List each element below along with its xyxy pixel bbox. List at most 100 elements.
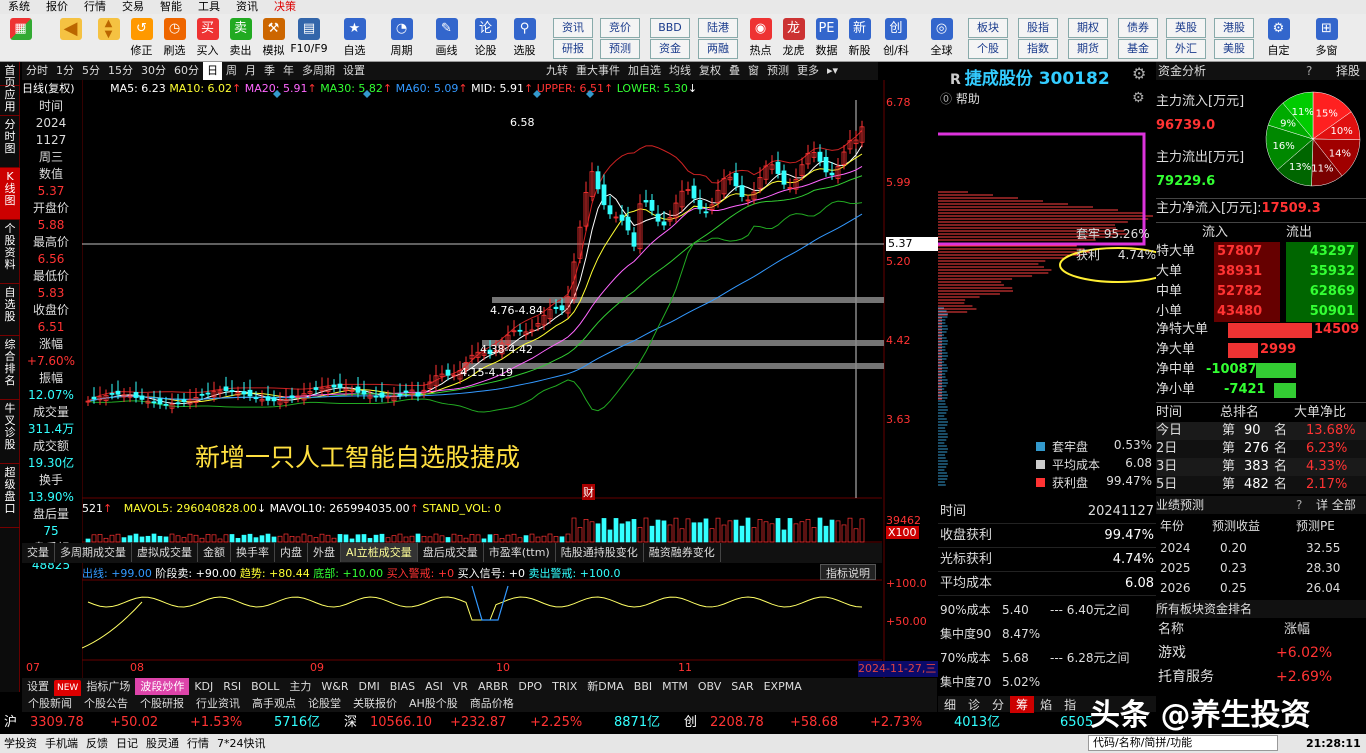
tab-15min[interactable]: 15分 [104,62,137,80]
tool-forecast[interactable]: 预测 [763,62,793,80]
subtab-6[interactable]: 外盘 [308,543,341,562]
sector-row-1[interactable]: 托育服务 +2.69% [1156,666,1366,688]
status-item-6[interactable]: 7*24快讯 [213,737,270,750]
subtab-2[interactable]: 虚拟成交量 [132,543,198,562]
tb-hk[interactable]: 港股 [1214,18,1254,38]
subtab-7[interactable]: AI立桩成交量 [341,543,418,562]
tb-forecast[interactable]: 预测 [600,39,640,59]
tab-settings[interactable]: 设置 [339,62,369,80]
tool-more[interactable]: 更多 [793,62,823,80]
status-item-2[interactable]: 反馈 [82,737,112,750]
indicator-tab-4[interactable]: KDJ [189,678,218,695]
indicator-tab-20[interactable]: SAR [726,678,758,695]
menu-decision[interactable]: 决策 [266,0,304,13]
tb-us[interactable]: 美股 [1214,39,1254,59]
mid-tab-1[interactable]: 诊 [962,696,986,713]
subtab-8[interactable]: 盘后成交量 [418,543,484,562]
tab-60min[interactable]: 60分 [170,62,203,80]
news-tab-0[interactable]: 个股新闻 [22,696,78,712]
ipo-button[interactable]: 新新股 [843,14,876,62]
tb-futures[interactable]: 期货 [1068,39,1108,59]
tb-fund[interactable]: 基金 [1118,39,1158,59]
tab-5min[interactable]: 5分 [78,62,104,80]
nav-diagnosis[interactable]: 牛叉诊股 [0,400,20,464]
indicator-tab-14[interactable]: DPO [513,678,547,695]
nav-watchlist[interactable]: 自选股 [0,284,20,336]
menu-trade[interactable]: 交易 [114,0,152,13]
tb-hk-connect[interactable]: 陆港 [698,18,738,38]
mid-tab-4[interactable]: 焰 [1034,696,1058,713]
settings-icon[interactable]: ⚙ [1132,64,1146,83]
tb-index-futures[interactable]: 股指 [1018,18,1058,38]
expand-icon[interactable]: ▸▾ [823,62,842,80]
menu-tools[interactable]: 工具 [190,0,228,13]
indicator-tab-5[interactable]: RSI [218,678,246,695]
quick-search-input[interactable]: 代码/名称/简拼/功能 [1088,735,1278,751]
news-tab-6[interactable]: 关联报价 [347,696,403,712]
tab-quarter[interactable]: 季 [260,62,279,80]
sector-row-0[interactable]: 游戏 +6.02% [1156,642,1366,664]
subtab-1[interactable]: 多周期成交量 [55,543,132,562]
status-item-3[interactable]: 日记 [112,737,142,750]
nav-timeshare[interactable]: 分时图 [0,116,20,168]
fund-tab[interactable]: 择股 [1336,62,1360,80]
tab-day[interactable]: 日 [203,62,222,80]
tab-timeshare[interactable]: 分时 [22,62,52,80]
status-item-5[interactable]: 行情 [183,737,213,750]
subtab-11[interactable]: 融资融券变化 [644,543,721,562]
status-item-4[interactable]: 股灵通 [142,737,183,750]
tb-research[interactable]: 研报 [553,39,593,59]
tb-news[interactable]: 资讯 [553,18,593,38]
tab-year[interactable]: 年 [279,62,298,80]
indicator-tab-7[interactable]: 主力 [284,678,316,695]
subtab-0[interactable]: 交量 [22,543,55,562]
tb-funds[interactable]: 资金 [650,39,690,59]
dragon-button[interactable]: 龙龙虎 [777,14,810,62]
tb-uk[interactable]: 英股 [1166,18,1206,38]
mid-tab-3[interactable]: 筹 [1010,696,1035,713]
tb-auction[interactable]: 竞价 [600,18,640,38]
period-button[interactable]: ◔ 周期 [385,14,418,62]
tool-events[interactable]: 重大事件 [572,62,624,80]
indicator-tab-12[interactable]: VR [448,678,473,695]
menu-quote[interactable]: 报价 [38,0,76,13]
status-item-1[interactable]: 手机端 [41,737,82,750]
sell-button[interactable]: 卖卖出 [224,14,257,62]
buy-button[interactable]: 买买入 [191,14,224,62]
nav-profile[interactable]: 个股资料 [0,220,20,284]
global-button[interactable]: ◎ 全球 [925,14,958,62]
subtab-4[interactable]: 换手率 [231,543,275,562]
tb-options[interactable]: 期权 [1068,18,1108,38]
news-tab-1[interactable]: 个股公告 [78,696,134,712]
subtab-10[interactable]: 陆股通持股变化 [556,543,644,562]
scroll-buttons[interactable]: ▲ ▼ [92,14,125,62]
finance-event-marker[interactable]: 财 [582,484,595,500]
tb-sector[interactable]: 板块 [968,18,1008,38]
tool-nine[interactable]: 九转 [542,62,572,80]
indicator-tab-1[interactable]: NEW [54,680,82,696]
mid-tab-5[interactable]: 指 [1058,696,1082,713]
tool-ma[interactable]: 均线 [665,62,695,80]
custom-button[interactable]: ⚙ 自定 [1262,14,1295,62]
subtab-5[interactable]: 内盘 [275,543,308,562]
indicator-tab-8[interactable]: W&R [316,678,353,695]
tab-1min[interactable]: 1分 [52,62,78,80]
menu-market[interactable]: 行情 [76,0,114,13]
screener-button[interactable]: ⚲ 选股 [508,14,541,62]
tb-stock[interactable]: 个股 [968,39,1008,59]
tb-forex[interactable]: 外汇 [1166,39,1206,59]
indicator-tab-15[interactable]: TRIX [547,678,582,695]
indicator-tab-9[interactable]: DMI [354,678,385,695]
tab-multiperiod[interactable]: 多周期 [298,62,339,80]
back-button[interactable]: ◀ [54,14,87,62]
logo-icon[interactable]: ▦ [4,14,37,62]
tool-add-watch[interactable]: 加自选 [624,62,665,80]
kline-chart[interactable] [82,80,938,680]
tab-week[interactable]: 周 [222,62,241,80]
tb-margin[interactable]: 两融 [698,39,738,59]
draw-button[interactable]: ✎ 画线 [430,14,463,62]
indicator-tab-19[interactable]: OBV [693,678,726,695]
tb-bbd[interactable]: BBD [650,18,690,38]
subtab-3[interactable]: 金额 [198,543,231,562]
tool-overlay[interactable]: 叠 [725,62,744,80]
